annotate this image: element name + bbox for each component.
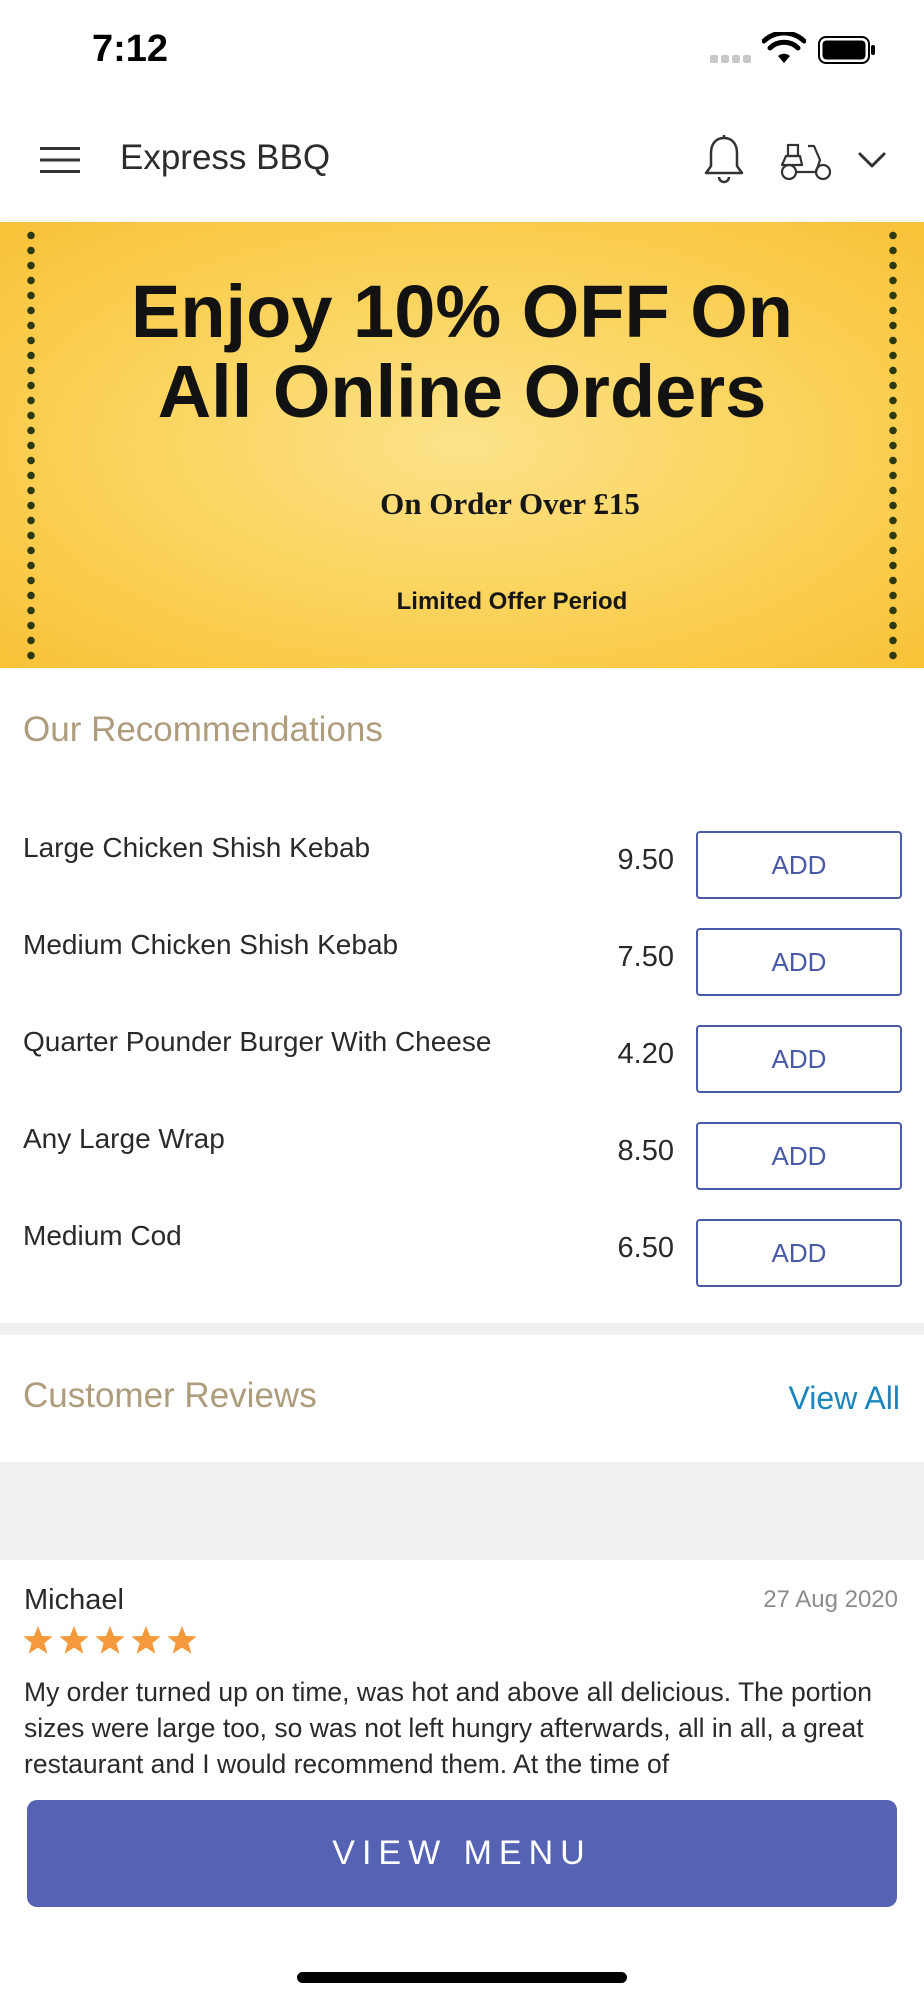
recommendation-item: Any Large Wrap 8.50 ADD: [0, 1105, 924, 1202]
item-name: Any Large Wrap: [23, 1123, 225, 1154]
section-divider: [0, 1323, 924, 1335]
add-button[interactable]: ADD: [696, 1219, 902, 1287]
bell-icon[interactable]: [702, 134, 746, 186]
banner-headline-line2: All Online Orders: [157, 350, 767, 433]
status-bar: 7:12: [0, 0, 924, 100]
scooter-icon[interactable]: [778, 138, 834, 182]
banner-subtext: On Order Over £15: [380, 486, 640, 521]
item-price: 4.20: [617, 1038, 674, 1070]
item-name: Medium Cod: [23, 1220, 182, 1251]
item-name: Large Chicken Shish Kebab: [23, 832, 371, 863]
top-nav: Express BBQ: [0, 100, 924, 220]
reviews-spacer: [0, 1462, 924, 1560]
recommendation-item: Large Chicken Shish Kebab 9.50 ADD: [0, 814, 924, 911]
reviewer-name: Michael: [24, 1584, 124, 1616]
add-button[interactable]: ADD: [696, 831, 902, 899]
recommendation-item: Quarter Pounder Burger With Cheese 4.20 …: [0, 1008, 924, 1105]
menu-icon[interactable]: [38, 144, 82, 176]
app-title: Express BBQ: [120, 138, 331, 177]
banner-note: Limited Offer Period: [396, 588, 628, 615]
add-button[interactable]: ADD: [696, 1025, 902, 1093]
item-name: Quarter Pounder Burger With Cheese: [23, 1026, 492, 1057]
star-icon: [167, 1626, 197, 1654]
status-time: 7:12: [92, 28, 169, 70]
recommendation-item: Medium Chicken Shish Kebab 7.50 ADD: [0, 911, 924, 1008]
item-price: 9.50: [617, 844, 674, 876]
review-text: My order turned up on time, was hot and …: [24, 1677, 872, 1779]
banner-headline-line1: Enjoy 10% OFF On: [131, 270, 793, 353]
review-card: Michael 27 Aug 2020 My order turned up o…: [0, 1560, 924, 1790]
chevron-down-icon[interactable]: [856, 148, 888, 172]
star-icon: [59, 1626, 89, 1654]
battery-icon: [818, 36, 875, 64]
add-button[interactable]: ADD: [696, 928, 902, 996]
home-indicator: [297, 1972, 627, 1983]
item-name: Medium Chicken Shish Kebab: [23, 929, 399, 960]
reviews-title: Customer Reviews: [23, 1376, 317, 1415]
view-menu-button[interactable]: VIEW MENU: [27, 1800, 897, 1907]
star-rating: [22, 1624, 198, 1656]
item-price: 8.50: [617, 1135, 674, 1167]
view-all-link[interactable]: View All: [789, 1380, 900, 1417]
star-icon: [131, 1626, 161, 1654]
item-price: 7.50: [617, 941, 674, 973]
star-icon: [23, 1626, 53, 1654]
review-date: 27 Aug 2020: [763, 1586, 898, 1613]
star-icon: [95, 1626, 125, 1654]
wifi-icon: [762, 32, 806, 63]
add-button[interactable]: ADD: [696, 1122, 902, 1190]
recommendations-list: Large Chicken Shish Kebab 9.50 ADD Mediu…: [0, 814, 924, 1299]
item-price: 6.50: [617, 1232, 674, 1264]
recommendations-title: Our Recommendations: [23, 710, 383, 749]
recommendation-item: Medium Cod 6.50 ADD: [0, 1202, 924, 1299]
banner-headline: Enjoy 10% OFF On All Online Orders: [10, 272, 914, 432]
signal-icon: [710, 55, 751, 63]
promo-banner[interactable]: Enjoy 10% OFF On All Online Orders On Or…: [0, 222, 924, 668]
